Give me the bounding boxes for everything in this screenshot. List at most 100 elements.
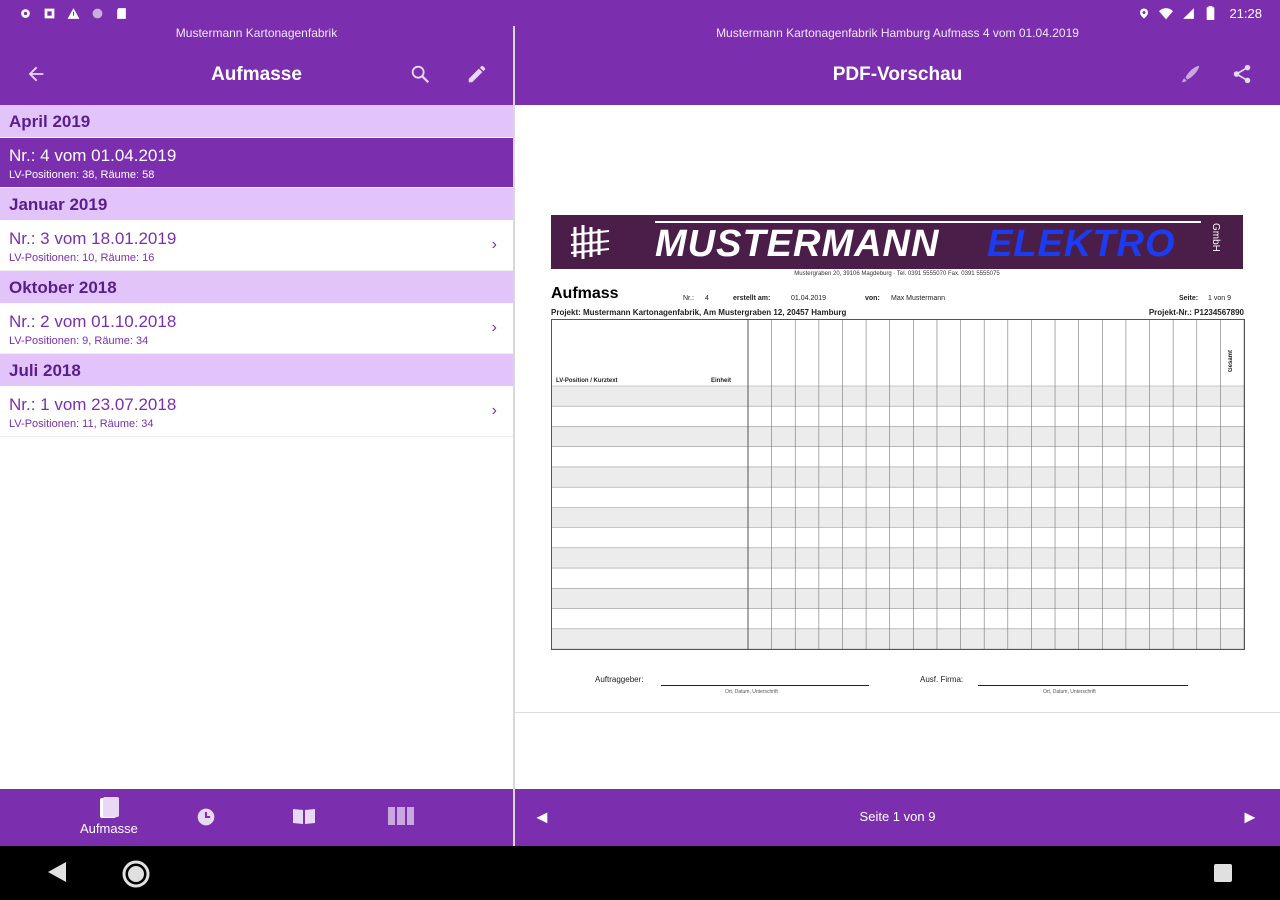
page-title: Aufmasse (211, 64, 302, 85)
nr-label: Nr.: (683, 295, 694, 302)
settings-icon (18, 6, 32, 20)
edit-icon (468, 65, 486, 83)
system-home-button[interactable] (122, 860, 150, 893)
right-subtitle: Mustermann Kartonagenfabrik Hamburg Aufm… (716, 26, 1079, 40)
page-border (515, 712, 1280, 713)
company-logo: MUSTERMANN ELEKTRO GmbH (551, 215, 1243, 269)
nr-value: 4 (705, 295, 709, 302)
table-row (552, 386, 1244, 407)
by-value: Max Mustermann (891, 295, 946, 302)
section-header: Juli 2018 (0, 354, 513, 387)
status-bar: 21:28 (0, 0, 1280, 26)
brush-button[interactable] (1175, 58, 1207, 90)
page-value: 1 von 9 (1208, 295, 1231, 302)
item-title: Nr.: 3 vom 18.01.2019 (9, 229, 177, 248)
table-row (552, 588, 1244, 609)
next-page-button[interactable]: ► (1241, 807, 1259, 828)
system-recents-button[interactable] (1214, 864, 1232, 887)
company-address: Mustergraben 20, 39106 Magdeburg · Tel. … (794, 271, 1000, 277)
table-header-unit: Einheit (711, 378, 732, 384)
item-title: Nr.: 4 vom 01.04.2019 (9, 146, 177, 165)
left-subtitle: Mustermann Kartonagenfabrik (175, 26, 338, 40)
warning-icon (66, 6, 80, 20)
item-title: Nr.: 1 vom 23.07.2018 (9, 395, 177, 414)
home-circle-icon (122, 860, 150, 888)
nav-catalog[interactable] (292, 807, 316, 825)
by-label: von: (865, 295, 880, 302)
triangle-back-icon (48, 862, 66, 882)
storage-icon (42, 6, 56, 20)
item-subtitle: LV-Positionen: 38, Räume: 58 (9, 169, 155, 181)
system-navigation-bar (0, 846, 1280, 900)
book-icon (293, 809, 315, 824)
chevron-right-icon: › (491, 319, 497, 336)
signature-right-line (978, 685, 1188, 686)
left-app-bar: Mustermann Kartonagenfabrik Aufmasse (0, 26, 513, 105)
table-row (552, 466, 1244, 488)
list-item[interactable]: Nr.: 1 vom 23.07.2018 LV-Positionen: 11,… (0, 387, 513, 437)
pager-bar: ◄ Seite 1 von 9 ► (515, 789, 1280, 846)
item-subtitle: LV-Positionen: 10, Räume: 16 (9, 252, 155, 264)
right-app-bar: Mustermann Kartonagenfabrik Hamburg Aufm… (515, 26, 1280, 105)
document-heading: Aufmass (551, 285, 619, 302)
pdf-preview[interactable]: MUSTERMANN ELEKTRO GmbH Mustergraben 20,… (515, 105, 1280, 789)
aufmass-table: LV-Position / Kurztext Einheit Gesamt (551, 319, 1245, 650)
list-item[interactable]: Nr.: 3 vom 18.01.2019 LV-Positionen: 10,… (0, 221, 513, 271)
signal-icon (1181, 6, 1195, 20)
status-time: 21:28 (1229, 5, 1262, 21)
section-header: Januar 2019 (0, 188, 513, 221)
table-row (552, 547, 1244, 569)
nav-aufmasse[interactable]: Aufmasse (80, 797, 138, 836)
created-value: 01.04.2019 (791, 295, 827, 302)
logo-text-secondary: ELEKTRO (987, 223, 1176, 265)
project-line: Projekt: Mustermann Kartonagenfabrik, Am… (551, 308, 847, 317)
wifi-icon (1159, 6, 1174, 20)
list-item[interactable]: Nr.: 4 vom 01.04.2019 LV-Positionen: 38,… (0, 138, 513, 188)
document-icon (99, 797, 119, 818)
table-row (552, 426, 1244, 447)
nav-history[interactable] (195, 807, 217, 827)
project-number: Projekt-Nr.: P1234567890 (1148, 308, 1244, 317)
signature-left-label: Auftraggeber: (595, 675, 644, 684)
search-button[interactable] (404, 58, 436, 90)
bottom-navigation: Aufmasse (0, 789, 513, 846)
logo-text-primary: MUSTERMANN (655, 223, 940, 265)
table-row (552, 628, 1244, 649)
table-header-position: LV-Position / Kurztext (556, 378, 618, 384)
recents-square-icon (1214, 864, 1232, 882)
system-back-button[interactable] (46, 860, 68, 889)
nav-aufmasse-label: Aufmasse (80, 821, 138, 836)
aufmass-list: April 2019 Nr.: 4 vom 01.04.2019 LV-Posi… (0, 105, 513, 789)
signature-right-label: Ausf. Firma: (920, 675, 964, 684)
brush-icon (1181, 65, 1200, 83)
clock-icon (197, 808, 215, 826)
signature-left-line (661, 685, 869, 686)
columns-icon (388, 807, 414, 825)
chevron-right-icon: › (491, 236, 497, 253)
share-icon (1233, 64, 1251, 84)
nav-columns[interactable] (388, 807, 414, 825)
created-label: erstellt am: (733, 295, 771, 302)
table-row (552, 507, 1244, 528)
section-header: April 2019 (0, 105, 513, 138)
search-icon (411, 65, 430, 84)
item-subtitle: LV-Positionen: 11, Räume: 34 (9, 418, 154, 430)
battery-icon (1203, 6, 1217, 20)
signature-left-sub: Ort, Datum, Unterschrift (725, 689, 778, 695)
preview-title: PDF-Vorschau (832, 64, 963, 85)
item-subtitle: LV-Positionen: 9, Räume: 34 (9, 335, 149, 347)
signature-right-sub: Ort, Datum, Unterschrift (1043, 689, 1096, 695)
table-header-total: Gesamt (1228, 350, 1234, 373)
section-header: Oktober 2018 (0, 271, 513, 304)
page-label: Seite: (1179, 295, 1199, 302)
sd-card-icon (114, 6, 128, 20)
chevron-right-icon: › (491, 402, 497, 419)
share-button[interactable] (1226, 58, 1258, 90)
item-title: Nr.: 2 vom 01.10.2018 (9, 312, 177, 331)
logo-emblem-icon (570, 225, 610, 259)
list-item[interactable]: Nr.: 2 vom 01.10.2018 LV-Positionen: 9, … (0, 304, 513, 354)
location-icon (1137, 6, 1151, 20)
logo-suffix: GmbH (1210, 223, 1221, 252)
table-grid (552, 320, 1245, 650)
edit-button[interactable] (461, 58, 493, 90)
